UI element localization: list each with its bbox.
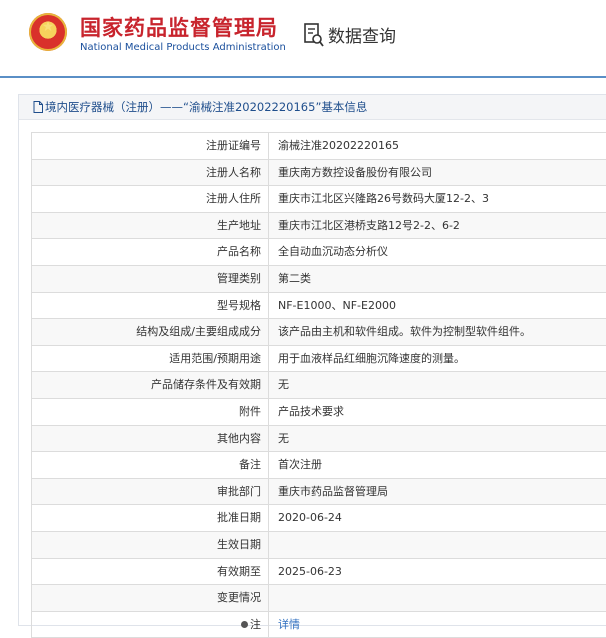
table-row: 其他内容无: [31, 425, 606, 453]
field-label: 产品储存条件及有效期: [31, 372, 269, 398]
field-value: 重庆市江北区兴隆路26号数码大厦12-2、3: [278, 192, 489, 206]
field-value: 无: [278, 378, 289, 392]
field-value: 用于血液样品红细胞沉降速度的测量。: [278, 351, 465, 365]
field-label: 附件: [31, 398, 269, 425]
field-value: 首次注册: [278, 458, 322, 472]
field-value: 详情: [269, 612, 606, 638]
table-row: 管理类别 第二类: [31, 265, 606, 293]
field-value: [269, 585, 606, 611]
field-label: 注: [31, 611, 269, 638]
field-label: 变更情况: [31, 585, 269, 611]
table-row: 适用范围/预期用途 用于血液样品红细胞沉降速度的测量。: [31, 345, 606, 373]
field-label: 管理类别: [31, 265, 269, 292]
note-label: 注: [250, 617, 261, 631]
field-value: 无: [278, 431, 289, 445]
table-row: 附件 产品技术要求: [31, 398, 606, 426]
field-value: NF-E1000、NF-E2000: [278, 298, 396, 312]
field-label: 注册人住所: [31, 186, 269, 212]
field-label: 产品名称: [31, 239, 269, 265]
table-row: 备注 首次注册: [31, 452, 606, 479]
field-value: 该产品由主机和软件组成。软件为控制型软件组件。: [278, 325, 531, 339]
field-label: 备注: [31, 452, 269, 478]
field-label: 批准日期: [31, 505, 269, 531]
field-value: 重庆南方数控设备股份有限公司: [278, 165, 432, 179]
table-row: 有效期至 2025-06-23: [31, 558, 606, 586]
field-value: 渝械注准20202220165: [278, 139, 399, 152]
field-label: 生产地址: [31, 212, 269, 239]
field-label: 其他内容: [31, 425, 269, 452]
field-label: 型号规格: [31, 292, 269, 319]
field-label: 生效日期: [31, 531, 269, 558]
field-value: 全自动血沉动态分析仪: [278, 245, 388, 259]
site-header: 国家药品监督管理局 National Medical Products Admi…: [0, 0, 606, 78]
table-row: 批准日期 2020-06-24: [31, 505, 606, 532]
info-table: 注册证编号 渝械注准20202220165 注册人名称 重庆南方数控设备股份有限公司…: [31, 132, 606, 638]
table-row: 生效日期: [31, 531, 606, 559]
data-query-link[interactable]: 数据查询: [304, 22, 396, 47]
field-value: 2020-06-24: [278, 511, 342, 525]
field-value: 第二类: [278, 271, 311, 285]
field-label: 结构及组成/主要组成成分: [31, 319, 269, 345]
table-row: 结构及组成/主要组成成分 该产品由主机和软件组成。软件为控制型软件组件。: [31, 319, 606, 346]
table-row: 产品名称 全自动血沉动态分析仪: [31, 239, 606, 266]
field-value: 重庆市江北区港桥支路12号2-2、6-2: [278, 218, 460, 232]
field-value: [269, 532, 606, 558]
note-dot-icon: [241, 620, 248, 628]
national-emblem-icon: [29, 13, 67, 51]
details-link[interactable]: 详情: [278, 618, 300, 631]
table-row: 产品储存条件及有效期无: [31, 372, 606, 399]
field-value: 重庆市药品监督管理局: [278, 484, 388, 498]
table-row: 生产地址 重庆市江北区港桥支路12号2-2、6-2: [31, 212, 606, 240]
table-row: 注 详情: [31, 611, 606, 638]
site-subtitle: National Medical Products Administration: [80, 42, 286, 53]
table-row: 变更情况: [31, 585, 606, 612]
field-label: 注册证编号: [31, 133, 269, 159]
data-query-label[interactable]: 数据查询: [328, 22, 396, 47]
field-label: 适用范围/预期用途: [31, 345, 269, 372]
field-value: 2025-06-23: [278, 564, 342, 578]
site-title[interactable]: 国家药品监督管理局: [80, 12, 278, 42]
breadcrumb-text: 境内医疗器械（注册）——“渝械注准20202220165”基本信息: [45, 100, 368, 114]
table-row: 型号规格 NF-E1000、NF-E2000: [31, 292, 606, 320]
document-search-icon: [304, 22, 324, 47]
table-row: 注册证编号 渝械注准20202220165: [31, 133, 606, 160]
field-label: 有效期至: [31, 558, 269, 585]
detail-panel: 境内医疗器械（注册）——“渝械注准20202220165”基本信息 注册证编号渝…: [18, 94, 606, 638]
table-row: 注册人住所 重庆市江北区兴隆路26号数码大厦12-2、3: [31, 186, 606, 213]
table-row: 注册人名称 重庆南方数控设备股份有限公司: [31, 159, 606, 187]
field-value: 产品技术要求: [278, 404, 344, 418]
field-label: 注册人名称: [31, 159, 269, 186]
breadcrumb: 境内医疗器械（注册）——“渝械注准20202220165”基本信息: [19, 95, 606, 120]
table-row: 审批部门 重庆市药品监督管理局: [31, 478, 606, 506]
document-icon: [33, 97, 43, 113]
field-label: 审批部门: [31, 478, 269, 505]
